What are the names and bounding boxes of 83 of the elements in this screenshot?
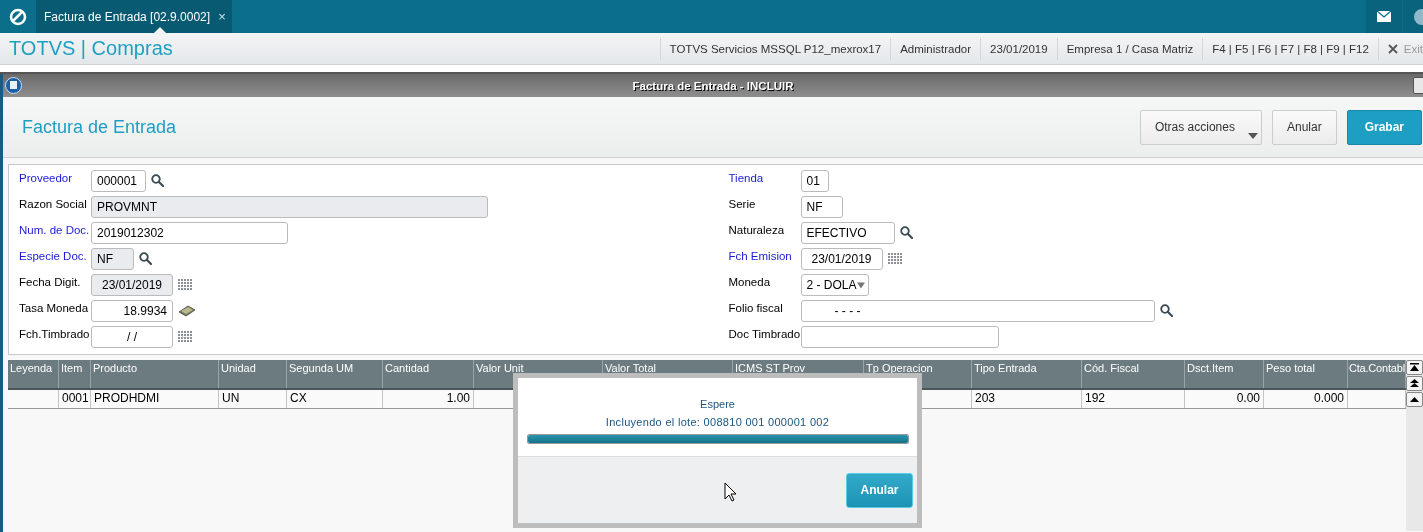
input-field[interactable]: NF — [91, 248, 134, 270]
header-info: TOTVS Servicios MSSQL P12_mexrox17 — [659, 37, 891, 60]
progress-message: Incluyendo el lote: 008810 001 000001 002 — [605, 416, 830, 428]
input-field[interactable]: - - - - — [800, 300, 1155, 322]
app-tab[interactable]: Factura de Entrada [02.9.0002] × — [36, 0, 232, 33]
field-label: Razon Social — [19, 197, 88, 210]
column-header[interactable]: Leyenda — [8, 360, 59, 388]
column-header[interactable]: Cód. Fiscal — [1082, 360, 1185, 388]
double-up-icon — [1410, 379, 1419, 388]
calendar-icon[interactable] — [887, 252, 903, 265]
dialog-title: Espere — [700, 398, 735, 410]
page-heading: Factura de Entrada — [22, 116, 177, 138]
header-info: 23/01/2019 — [980, 37, 1057, 60]
header-info: Empresa 1 / Casa Matriz — [1056, 37, 1203, 60]
search-icon[interactable] — [1159, 304, 1173, 317]
logo-icon[interactable] — [9, 7, 27, 26]
table-cell: CX — [287, 390, 383, 408]
field-label: Serie — [728, 197, 757, 210]
calendar-icon[interactable] — [178, 278, 193, 291]
table-cell: UN — [219, 390, 287, 408]
header-info: Administrador — [890, 37, 981, 60]
column-header[interactable]: Unidad — [219, 360, 287, 388]
field-label: Proveedor — [19, 171, 74, 184]
input-field[interactable]: 23/01/2019 — [91, 274, 173, 296]
column-header[interactable]: Item — [59, 360, 91, 388]
table-cell: 0001 — [59, 390, 91, 408]
scroll-up-button[interactable] — [1406, 392, 1423, 407]
input-field[interactable]: 01 — [800, 170, 829, 192]
input-field[interactable] — [800, 326, 999, 348]
field-label: Moneda — [728, 275, 772, 288]
table-cell: PRODHDMI — [91, 390, 219, 408]
field-label: Especie Doc. — [19, 249, 88, 262]
header-info: F4 | F5 | F6 | F7 | F8 | F9 | F12 — [1202, 37, 1378, 60]
first-icon — [1410, 363, 1419, 372]
up-icon — [1410, 397, 1419, 402]
help-icon[interactable] — [1414, 8, 1423, 25]
input-field[interactable]: PROVMNT — [91, 196, 488, 218]
table-cell: 1.00 — [383, 390, 474, 408]
input-field[interactable]: 000001 — [91, 170, 146, 192]
field-label: Doc Timbrado — [728, 327, 801, 340]
field-label: Naturaleza — [728, 223, 786, 236]
search-icon[interactable] — [151, 174, 164, 187]
field-label: Tasa Moneda — [19, 301, 90, 314]
toolbar-button[interactable]: Anular — [1271, 109, 1337, 145]
close-icon — [1387, 43, 1398, 54]
column-header[interactable]: Tipo Entrada — [972, 360, 1082, 388]
module-title: TOTVS | Compras — [9, 37, 173, 60]
input-field[interactable]: 18.9934 — [91, 300, 173, 322]
dropdown-arrow-icon — [856, 281, 865, 289]
table-cell: 0.00 — [1185, 390, 1264, 408]
field-label: Fch.Timbrado — [19, 327, 91, 340]
column-header[interactable]: Peso total — [1264, 360, 1348, 388]
table-cell: 0.000 — [1264, 390, 1348, 408]
search-icon[interactable] — [899, 226, 913, 239]
search-icon[interactable] — [139, 252, 152, 265]
currency-select[interactable]: 2 - DOLA — [800, 274, 869, 296]
column-header[interactable]: Cantidad — [383, 360, 474, 388]
page-up-button[interactable] — [1406, 376, 1423, 391]
money-icon[interactable] — [178, 304, 196, 317]
field-label: Tienda — [728, 171, 765, 184]
window-icon — [5, 77, 22, 94]
mouse-cursor-icon — [724, 482, 737, 502]
column-header[interactable]: Dsct.Item — [1185, 360, 1264, 388]
toolbar-button[interactable]: Otras acciones — [1139, 109, 1262, 145]
input-field[interactable]: NF — [800, 196, 843, 218]
input-field[interactable]: 23/01/2019 — [800, 248, 883, 270]
field-label: Fecha Digit. — [19, 275, 82, 288]
caret-icon — [1247, 132, 1258, 139]
input-field[interactable]: / / — [91, 326, 173, 348]
window-title: Factura de Entrada - INCLUIR — [632, 79, 794, 92]
close-tab-icon[interactable]: × — [218, 9, 226, 24]
column-header[interactable]: Producto — [91, 360, 219, 388]
scroll-top-button[interactable] — [1406, 360, 1423, 375]
field-label: Folio fiscal — [728, 301, 784, 314]
input-field[interactable]: EFECTIVO — [800, 222, 895, 244]
column-header[interactable]: Segunda UM — [287, 360, 383, 388]
field-label: Fch Emision — [728, 249, 793, 262]
mail-icon[interactable] — [1377, 11, 1391, 22]
table-cell: 203 — [972, 390, 1082, 408]
input-field[interactable]: 2019012302 — [91, 222, 288, 244]
table-cell: 192 — [1082, 390, 1185, 408]
calendar-icon[interactable] — [178, 330, 193, 343]
field-label: Num. de Doc. — [19, 223, 91, 236]
